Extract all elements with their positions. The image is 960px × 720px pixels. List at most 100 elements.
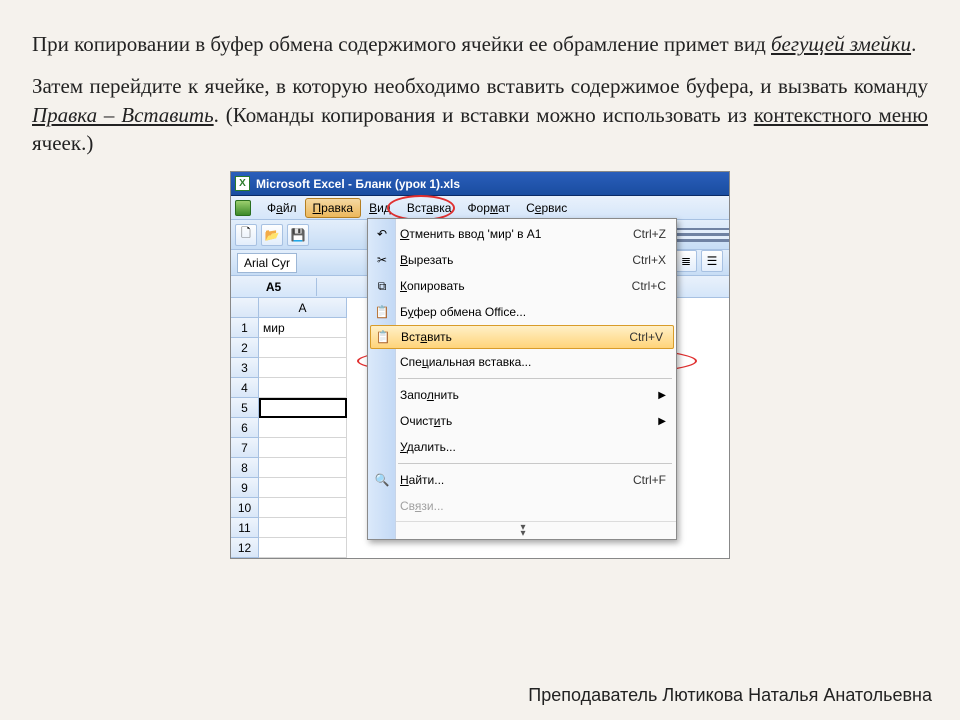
align-justify-icon[interactable]: ≣: [675, 250, 697, 272]
text: Затем перейдите к ячейке, в которую необ…: [32, 74, 928, 98]
cell[interactable]: [259, 338, 347, 358]
menu-item-label: Вставить: [401, 330, 452, 344]
paragraph-1: При копировании в буфер обмена содержимо…: [32, 30, 928, 58]
dropdown-expand-chevron[interactable]: ▾▾: [368, 521, 676, 539]
menu-item-icon: [372, 496, 392, 516]
font-selector[interactable]: Arial Cyr: [237, 253, 297, 273]
menu-insert[interactable]: Вставка: [399, 198, 460, 218]
cell[interactable]: [259, 438, 347, 458]
row-header[interactable]: 2: [231, 338, 259, 358]
cell[interactable]: мир: [259, 318, 347, 338]
row-header[interactable]: 6: [231, 418, 259, 438]
align-center-icon[interactable]: ☰: [701, 250, 723, 272]
menu-item-shortcut: Ctrl+C: [632, 279, 666, 293]
cell[interactable]: [259, 418, 347, 438]
name-box[interactable]: A5: [231, 278, 317, 296]
menu-item-shortcut: Ctrl+V: [629, 330, 663, 344]
menu-item-icon: [372, 385, 392, 405]
menu-item[interactable]: 🔍 Найти... Ctrl+F: [368, 467, 676, 493]
row-header[interactable]: 12: [231, 538, 259, 558]
term-context-menu: контекстного меню: [754, 103, 928, 127]
menu-edit[interactable]: Правка: [305, 198, 362, 218]
open-icon[interactable]: 📂: [261, 224, 283, 246]
menu-item[interactable]: Специальная вставка...: [368, 349, 676, 375]
row-header[interactable]: 10: [231, 498, 259, 518]
cell[interactable]: [259, 518, 347, 538]
align-icons: ≣ ☰: [675, 250, 723, 272]
excel-screenshot: X Microsoft Excel - Бланк (урок 1).xls Ф…: [230, 171, 730, 559]
paragraph-2: Затем перейдите к ячейке, в которую необ…: [32, 72, 928, 157]
sheet-corner[interactable]: [231, 298, 259, 318]
menu-item-icon: 📋: [372, 302, 392, 322]
menu-item-icon: [372, 411, 392, 431]
cell[interactable]: [259, 498, 347, 518]
row-header[interactable]: 11: [231, 518, 259, 538]
cell[interactable]: [259, 358, 347, 378]
menu-item-label: Заполнить: [400, 388, 459, 402]
menu-service[interactable]: Сервис: [518, 198, 575, 218]
menu-item-label: Найти...: [400, 473, 444, 487]
menu-item[interactable]: Удалить...: [368, 434, 676, 460]
row-header[interactable]: 9: [231, 478, 259, 498]
text: .: [911, 32, 916, 56]
menu-item-label: Копировать: [400, 279, 465, 293]
menu-item-label: Вырезать: [400, 253, 453, 267]
term-edit-paste: Правка – Вставить: [32, 103, 214, 127]
menu-item-label: Специальная вставка...: [400, 355, 531, 369]
save-icon[interactable]: 💾: [287, 224, 309, 246]
cell[interactable]: [259, 398, 347, 418]
row-header[interactable]: 4: [231, 378, 259, 398]
row-header[interactable]: 1: [231, 318, 259, 338]
menu-item[interactable]: 📋 Буфер обмена Office...: [368, 299, 676, 325]
menu-separator: [398, 378, 672, 379]
menu-item: Связи...: [368, 493, 676, 519]
col-header-a[interactable]: A: [259, 298, 347, 318]
menu-item-shortcut: Ctrl+Z: [633, 227, 666, 241]
menu-item-label: Удалить...: [400, 440, 456, 454]
menu-item-label: Связи...: [400, 499, 444, 513]
row-header[interactable]: 5: [231, 398, 259, 418]
menu-item-icon: [372, 437, 392, 457]
submenu-arrow-icon: ▶: [658, 390, 666, 401]
menu-item-label: Отменить ввод 'мир' в A1: [400, 227, 541, 241]
cell[interactable]: [259, 458, 347, 478]
menu-item-icon: 📋: [373, 327, 393, 347]
text: . (Команды копирования и вставки можно и…: [214, 103, 754, 127]
menu-view[interactable]: Вид: [361, 198, 399, 218]
new-doc-icon[interactable]: 🗋: [235, 224, 257, 246]
menu-item-icon: ✂: [372, 250, 392, 270]
menu-item[interactable]: ↶ Отменить ввод 'мир' в A1 Ctrl+Z: [368, 221, 676, 247]
menu-file[interactable]: Файл: [259, 198, 305, 218]
menu-item-icon: 🔍: [372, 470, 392, 490]
menu-item-icon: ⧉: [372, 276, 392, 296]
menu-item[interactable]: Заполнить ▶: [368, 382, 676, 408]
menu-item-shortcut: Ctrl+X: [632, 253, 666, 267]
menu-item[interactable]: ⧉ Копировать Ctrl+C: [368, 273, 676, 299]
row-header[interactable]: 7: [231, 438, 259, 458]
row-header[interactable]: 8: [231, 458, 259, 478]
menu-format[interactable]: Формат: [459, 198, 518, 218]
menu-item[interactable]: ✂ Вырезать Ctrl+X: [368, 247, 676, 273]
slide-footer-author: Преподаватель Лютикова Наталья Анатольев…: [528, 685, 932, 706]
submenu-arrow-icon: ▶: [658, 416, 666, 427]
term-running-snake: бегущей змейки: [771, 32, 911, 56]
text: ячеек.): [32, 131, 93, 155]
cell[interactable]: [259, 378, 347, 398]
edit-dropdown-menu: ↶ Отменить ввод 'мир' в A1 Ctrl+Z ✂ Вырезать…: [367, 218, 677, 540]
excel-titlebar: X Microsoft Excel - Бланк (урок 1).xls: [231, 172, 729, 196]
menu-item[interactable]: Очистить ▶: [368, 408, 676, 434]
menu-item[interactable]: 📋 Вставить Ctrl+V: [370, 325, 674, 349]
cell[interactable]: [259, 478, 347, 498]
excel-app-icon: X: [235, 176, 250, 191]
menu-item-label: Буфер обмена Office...: [400, 305, 526, 319]
menu-item-icon: ↶: [372, 224, 392, 244]
doc-icon: [235, 200, 251, 216]
text: При копировании в буфер обмена содержимо…: [32, 32, 771, 56]
window-title: Microsoft Excel - Бланк (урок 1).xls: [256, 177, 460, 191]
menubar: Файл Правка Вид Вставка Формат Сервис: [231, 196, 729, 220]
menu-item-icon: [372, 352, 392, 372]
cell[interactable]: [259, 538, 347, 558]
menu-item-label: Очистить: [400, 414, 452, 428]
menu-item-shortcut: Ctrl+F: [633, 473, 666, 487]
row-header[interactable]: 3: [231, 358, 259, 378]
